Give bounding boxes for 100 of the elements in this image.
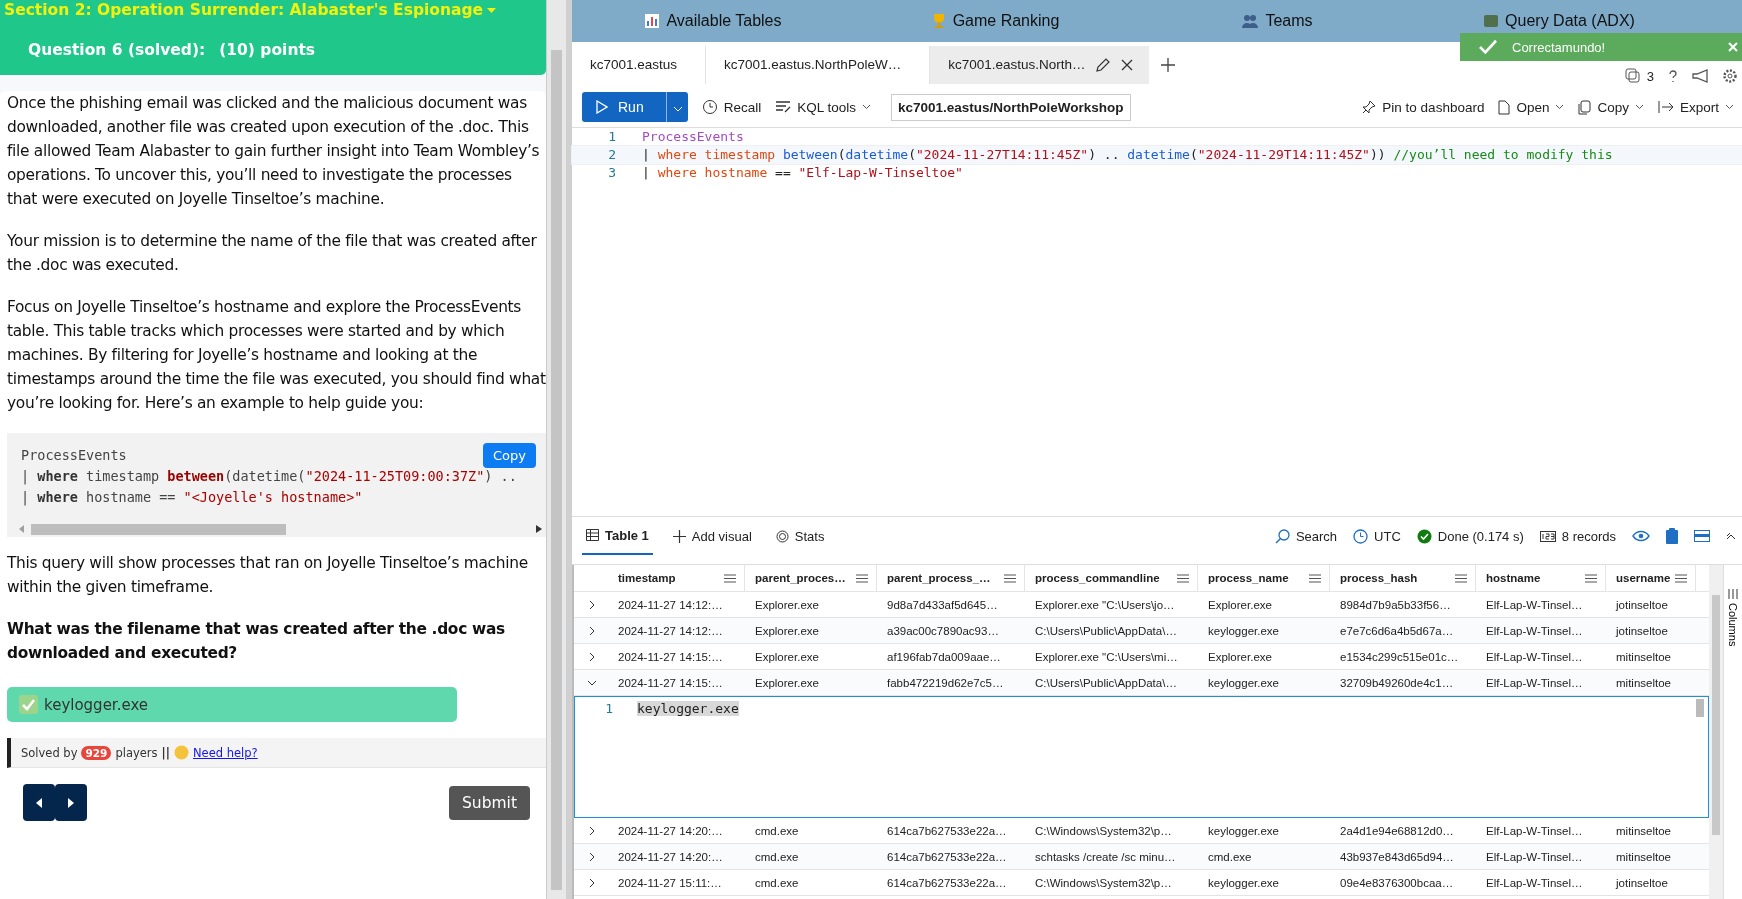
- menu-icon[interactable]: [724, 573, 736, 583]
- code-line: | where hostname == "Elf-Lap-W-Tinseltoe": [641, 164, 963, 182]
- clipboard-icon[interactable]: [1666, 528, 1678, 544]
- table-row[interactable]: 2024-11-27 14:15:… Explorer.exe fabb472219d62e7c5… C:\Users\Public\AppData\… keylogger.exe 32709b49260de4c1… Elf-Lap-W-Tinsel… mitinseltoe: [574, 670, 1709, 696]
- collapse-icon[interactable]: [1726, 532, 1736, 540]
- paragraph: Once the phishing email was clicked and the malicious document was downloaded, another file was created upon execution of the .doc. This file allowed Team Alabaster to gain further insight into Team Wombley’s operations. To uncover this, you’ll need to investigate the processes that were executed on Joyelle Tinseltoe’s machine.: [7, 93, 541, 210]
- table-cell-text: cmd.exe: [1207, 850, 1253, 863]
- menu-icon[interactable]: [1004, 573, 1016, 583]
- edit-icon[interactable]: [1095, 56, 1112, 73]
- kql-tools-button[interactable]: KQL tools: [775, 99, 871, 115]
- query-tab[interactable]: kc7001.eastus.North…: [929, 45, 1150, 84]
- result-tab[interactable]: Table 1: [582, 517, 653, 555]
- previous-button[interactable]: [23, 784, 55, 821]
- column-header[interactable]: username: [1606, 565, 1696, 591]
- bar-chart-icon[interactable]: [644, 13, 661, 29]
- query-editor[interactable]: 1 ProcessEvents 2 | where timestamp between(datetime("2024-11-27T14:11:45Z") .. datetime("2024-11-29T14:11:45Z")) //you’ll need to modify this 3 | where hostname == "Elf-Lap-W-Tinseltoe": [572, 127, 1742, 516]
- next-button[interactable]: [55, 784, 87, 821]
- check-circle-icon: [1416, 528, 1432, 544]
- table-row[interactable]: 2024-11-27 14:20:… cmd.exe 614ca7b627533e22a… schtasks /create /sc minu… cmd.exe 43b937e843d65d94… Elf-Lap-W-Tinsel… mitinseltoe: [574, 844, 1709, 870]
- play-icon[interactable]: [596, 100, 608, 114]
- table-icon[interactable]: [586, 529, 599, 541]
- menu-icon[interactable]: [1585, 573, 1597, 583]
- vertical-scrollbar[interactable]: [546, 0, 566, 899]
- run-dropdown-button[interactable]: [665, 92, 688, 122]
- megaphone-icon[interactable]: [1692, 69, 1710, 83]
- history-icon[interactable]: [701, 99, 718, 115]
- run-button[interactable]: Run: [582, 92, 666, 122]
- chevron-down-icon[interactable]: [862, 104, 871, 110]
- result-tab[interactable]: Stats: [771, 517, 829, 555]
- table-row[interactable]: 2024-11-27 14:12:… Explorer.exe a39ac00c7890ac93… C:\Users\Public\AppData\… keylogger.exe e7e7c6d6a4b5d67a… Elf-Lap-W-Tinsel… jotinseltoe: [574, 618, 1709, 644]
- table-cell-text: jotinseltoe: [1614, 598, 1669, 611]
- menu-icon[interactable]: [1309, 573, 1321, 583]
- query-tab[interactable]: kc7001.eastus: [572, 45, 694, 84]
- column-header[interactable]: timestamp: [608, 565, 745, 591]
- column-header[interactable]: process_hash: [1330, 565, 1476, 591]
- column-header[interactable]: hostname: [1476, 565, 1606, 591]
- scroll-right-icon[interactable]: [536, 525, 542, 533]
- close-icon[interactable]: [1121, 58, 1134, 71]
- timezone-button[interactable]: UTC: [1353, 528, 1401, 544]
- help-icon[interactable]: [1666, 69, 1680, 83]
- export-icon[interactable]: [1657, 100, 1674, 114]
- export-button[interactable]: Export: [1657, 99, 1734, 115]
- copy-button[interactable]: Copy: [1578, 99, 1644, 115]
- open-button[interactable]: Open: [1498, 99, 1565, 115]
- search-button[interactable]: Search: [1274, 528, 1338, 544]
- copy-icon[interactable]: [1578, 99, 1592, 115]
- menu-icon[interactable]: [1455, 573, 1467, 583]
- plus-icon[interactable]: [672, 529, 686, 543]
- menu-icon[interactable]: [1675, 573, 1687, 583]
- search-icon[interactable]: [1274, 528, 1290, 544]
- query-tab[interactable]: kc7001.eastus.NorthPoleW…: [705, 45, 918, 84]
- pin-icon[interactable]: [1362, 100, 1377, 114]
- chevron-down-icon[interactable]: [1555, 104, 1565, 110]
- copy-button[interactable]: Copy: [483, 443, 536, 468]
- column-header[interactable]: parent_proces…: [745, 565, 877, 591]
- tools-icon[interactable]: [775, 100, 792, 114]
- people-icon[interactable]: [1241, 13, 1260, 29]
- database-selector[interactable]: kc7001.eastus/NorthPoleWorkshop: [891, 93, 1131, 121]
- scrollbar-thumb[interactable]: [1696, 699, 1704, 717]
- paragraph: This query will show processes that ran on Joyelle Tinseltoe’s machine within the given timeframe.: [7, 553, 529, 598]
- settings-icon[interactable]: [1722, 68, 1738, 84]
- chevron-down-icon[interactable]: [1725, 104, 1734, 110]
- expand-icon[interactable]: [586, 678, 598, 687]
- columns-panel-button[interactable]: Columns: [1723, 565, 1742, 899]
- check-icon: [1478, 39, 1498, 55]
- line-number: 1: [604, 701, 613, 716]
- table-cell-text: 32709b49260de4c1…: [1339, 676, 1455, 689]
- eye-icon[interactable]: [1632, 530, 1650, 542]
- target-icon[interactable]: [775, 529, 789, 543]
- left-arrow-icon[interactable]: [36, 797, 42, 808]
- menu-icon[interactable]: [856, 573, 868, 583]
- pin-button[interactable]: Pin to dashboard: [1362, 99, 1485, 115]
- table-cell-text: cmd.exe: [754, 850, 800, 863]
- recall-button[interactable]: Recall: [701, 99, 762, 115]
- submit-button[interactable]: Submit: [449, 785, 530, 820]
- nav-tab[interactable]: Query Data (ADX): [1418, 12, 1700, 30]
- copies-icon[interactable]: [1624, 68, 1641, 84]
- clock-icon[interactable]: [1353, 528, 1369, 544]
- check-mark-icon: [19, 695, 38, 714]
- right-arrow-icon[interactable]: [68, 797, 74, 808]
- column-header[interactable]: parent_process_…: [877, 565, 1025, 591]
- table-cell-text: Explorer.exe: [1207, 598, 1273, 611]
- add-tab-icon[interactable]: [1161, 57, 1176, 72]
- nav-tab[interactable]: Available Tables: [572, 12, 854, 30]
- document-icon[interactable]: [1498, 99, 1511, 115]
- help-link[interactable]: Need help?: [192, 745, 258, 760]
- answer-field[interactable]: keylogger.exe: [7, 687, 457, 722]
- table-row[interactable]: 2024-11-27 15:11:… cmd.exe 614ca7b627533e22a… C:\Windows\System32\p… keylogger.exe 09e4e8376300bcaa… Elf-Lap-W-Tinsel… jotinseltoe: [574, 870, 1709, 896]
- result-tab[interactable]: Add visual: [668, 517, 756, 555]
- columns-icon[interactable]: [1728, 589, 1738, 599]
- vertical-scrollbar[interactable]: [1709, 565, 1723, 899]
- chevron-down-icon[interactable]: [1634, 104, 1644, 110]
- menu-icon[interactable]: [1177, 573, 1189, 583]
- panel-icon[interactable]: [1694, 530, 1710, 542]
- nav-tab[interactable]: Game Ranking: [854, 12, 1136, 30]
- nav-tab[interactable]: Teams: [1136, 12, 1418, 30]
- column-header[interactable]: process_commandline: [1025, 565, 1198, 591]
- column-header[interactable]: process_name: [1198, 565, 1330, 591]
- code-line: | where hostname == "<Joyelle's hostname>": [21, 488, 363, 508]
- query-status: Done (0.174 s): [1437, 528, 1524, 544]
